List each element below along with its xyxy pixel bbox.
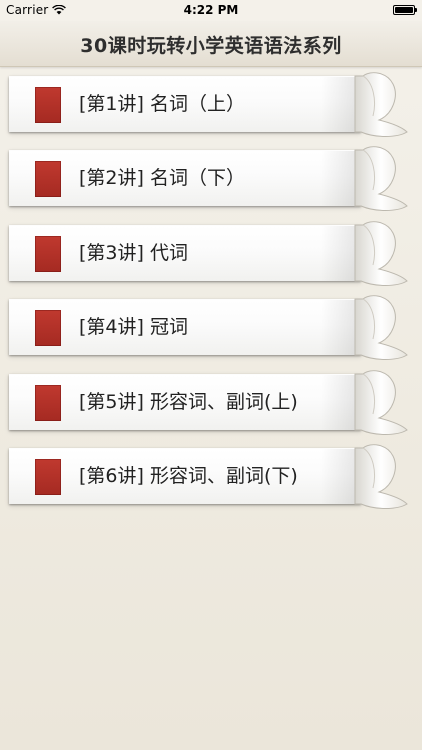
lesson-item-2[interactable]: [第2讲] 名词（下） [9, 146, 413, 211]
nav-bar: 30课时玩转小学英语语法系列 [0, 22, 422, 67]
bookmark-icon [35, 87, 61, 123]
lesson-label: [第5讲] 形容词、副词(上) [79, 391, 298, 413]
lesson-item-1[interactable]: [第1讲] 名词（上） [9, 72, 413, 137]
bookmark-icon [35, 459, 61, 495]
lesson-item-4[interactable]: [第4讲] 冠词 [9, 295, 413, 360]
page-curl-icon [354, 444, 408, 509]
lesson-label: [第6讲] 形容词、副词(下) [79, 465, 298, 487]
page-curl-icon [354, 295, 408, 360]
page-title: 30课时玩转小学英语语法系列 [80, 34, 342, 57]
lesson-item-3[interactable]: [第3讲] 代词 [9, 221, 413, 286]
lesson-label: [第4讲] 冠词 [79, 316, 188, 338]
page-curl-icon [354, 221, 408, 286]
battery-icon [393, 5, 417, 15]
lesson-item-5[interactable]: [第5讲] 形容词、副词(上) [9, 370, 413, 435]
bookmark-icon [35, 236, 61, 272]
page-curl-icon [354, 370, 408, 435]
lesson-label: [第1讲] 名词（上） [79, 93, 245, 115]
bookmark-icon [35, 161, 61, 197]
status-time: 4:22 PM [183, 3, 239, 17]
page-curl-icon [354, 146, 408, 211]
lesson-item-6[interactable]: [第6讲] 形容词、副词(下) [9, 444, 413, 509]
lesson-label: [第2讲] 名词（下） [79, 167, 245, 189]
bookmark-icon [35, 310, 61, 346]
status-bar: Carrier 4:22 PM [0, 0, 422, 22]
lesson-label: [第3讲] 代词 [79, 242, 188, 264]
page-curl-icon [354, 72, 408, 137]
bookmark-icon [35, 385, 61, 421]
